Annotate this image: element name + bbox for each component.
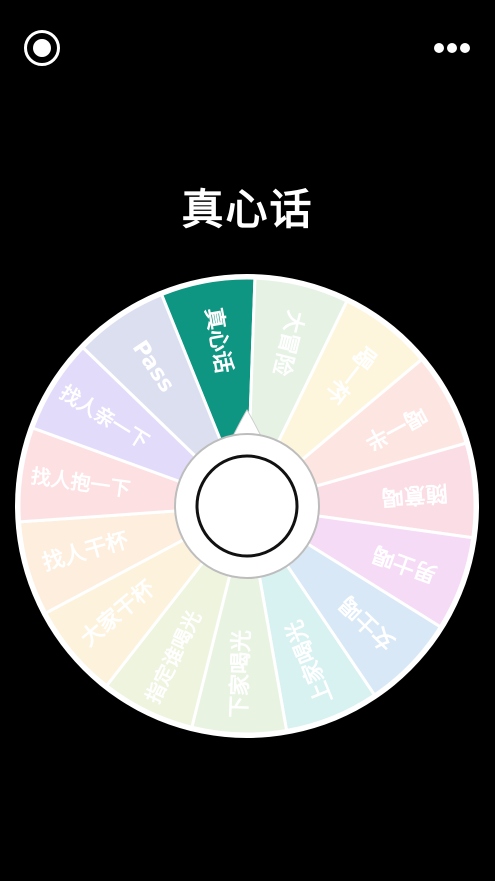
wheel-segment-label: 下家喝光 <box>226 629 255 718</box>
spin-disc-inner[interactable] <box>195 454 299 558</box>
wheel-segment-label: 随意喝 <box>381 480 449 511</box>
spin-wheel[interactable]: 真心话 大冒险 喝一杯喝一半随意喝男士喝女士喝上家喝光下家喝光指定谁喝光大家干杯找人… <box>0 0 495 881</box>
